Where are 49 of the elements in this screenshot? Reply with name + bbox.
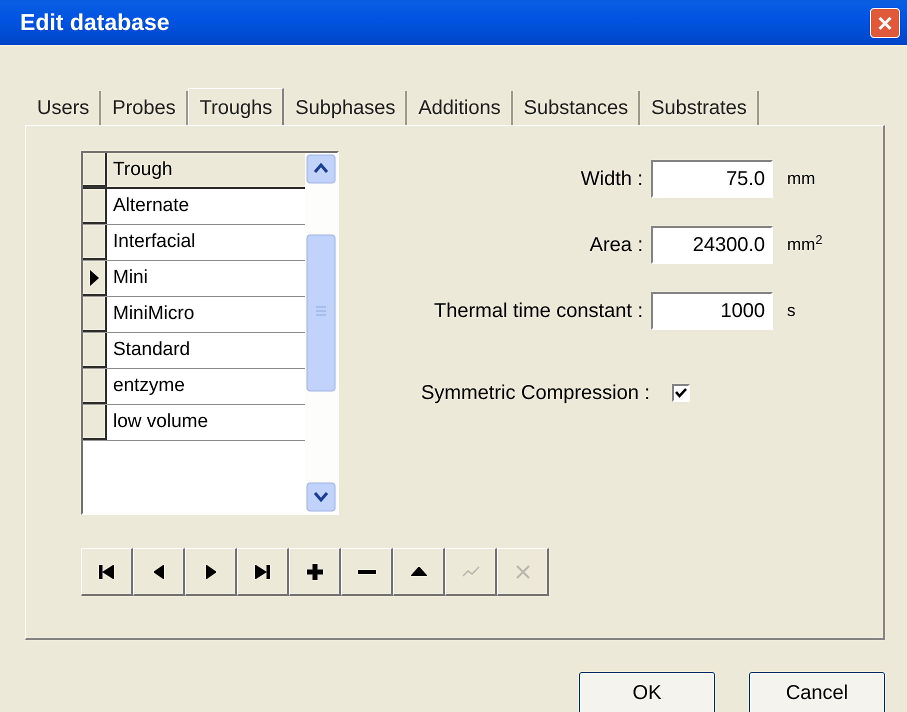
table-cell[interactable]: Alternate (107, 189, 305, 224)
minus-button[interactable] (341, 548, 393, 596)
row-indicator[interactable] (83, 261, 107, 296)
unit-label: s (786, 300, 796, 322)
checkbox[interactable] (672, 384, 690, 402)
field-label: Thermal time constant : (433, 299, 644, 324)
minus-icon (358, 570, 376, 574)
next-button[interactable] (185, 548, 237, 596)
first-record-icon (99, 564, 114, 578)
field-label: Width : (580, 167, 644, 192)
ok-button[interactable]: OK (579, 672, 715, 712)
tab[interactable]: Troughs (188, 88, 284, 126)
previous-icon (154, 564, 164, 578)
table-cell[interactable]: low volume (107, 405, 305, 440)
checkmark-icon (462, 566, 480, 577)
table-cell[interactable]: entzyme (107, 369, 305, 404)
input-field[interactable]: 75.0 (651, 160, 773, 198)
row-indicator[interactable] (83, 297, 107, 332)
row-indicator[interactable] (83, 333, 107, 368)
table-cell[interactable]: Mini (107, 261, 305, 296)
field-label: Area : (588, 233, 644, 258)
cancel-button[interactable]: Cancel (749, 672, 885, 712)
up-triangle-button[interactable] (393, 548, 445, 596)
plus-icon (306, 564, 322, 580)
unit-label: mm (786, 168, 816, 190)
unit-label: mm$^{2}$ (786, 232, 822, 256)
last-record-icon (255, 564, 270, 578)
first-record-button[interactable] (81, 548, 133, 596)
current-row-icon (90, 270, 98, 286)
close-button[interactable]: × (870, 8, 900, 38)
row-indicator[interactable] (83, 189, 107, 224)
row-indicator[interactable] (83, 405, 107, 440)
previous-button[interactable] (133, 548, 185, 596)
table-cell[interactable]: MiniMicro (107, 297, 305, 332)
row-indicator[interactable] (83, 225, 107, 260)
last-record-button[interactable] (237, 548, 289, 596)
window-title: Edit database (20, 8, 170, 38)
plus-button[interactable] (289, 548, 341, 596)
input-field[interactable]: 24300.0 (651, 226, 773, 264)
table-cell[interactable]: Standard (107, 333, 305, 368)
scrollbar[interactable] (305, 153, 337, 513)
checkbox-label: Symmetric Compression : (421, 381, 650, 406)
table-cell[interactable]: Interfacial (107, 225, 305, 260)
up-triangle-icon (410, 567, 426, 576)
row-indicator[interactable] (83, 369, 107, 404)
cross-icon (516, 564, 530, 578)
row-indicator[interactable] (83, 153, 107, 187)
next-icon (206, 564, 216, 578)
input-field[interactable]: 1000 (651, 292, 773, 330)
